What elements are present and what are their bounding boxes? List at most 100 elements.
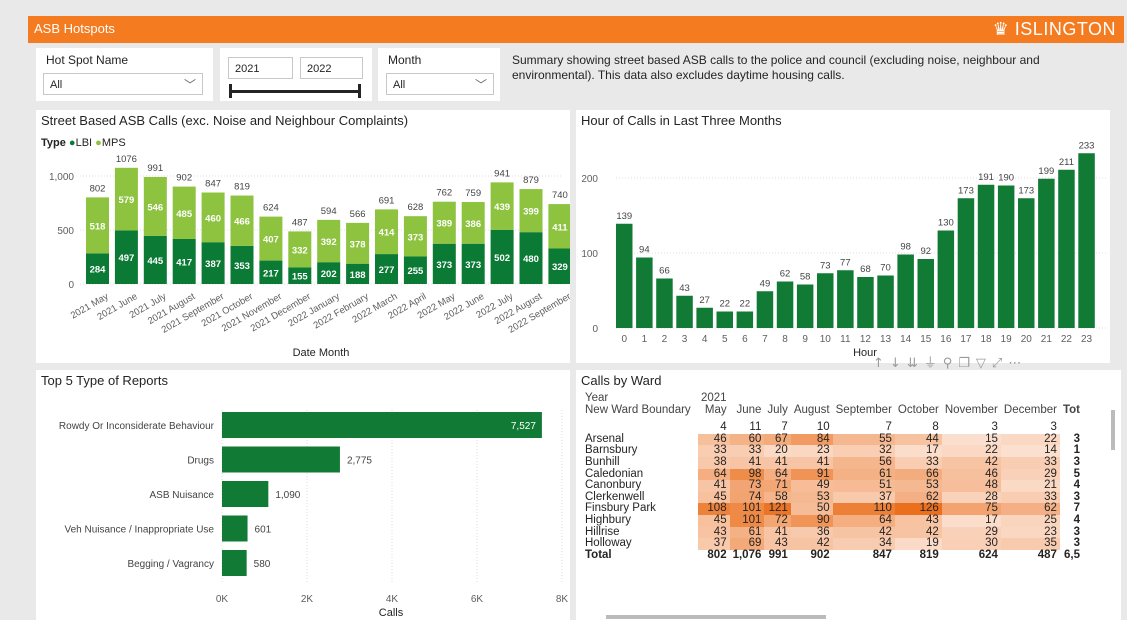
y-tick-label: 1,000: [49, 172, 74, 183]
data-label: 601: [255, 525, 272, 536]
report-bar: [222, 412, 542, 438]
hour-bar: [796, 284, 814, 328]
data-label: 98: [900, 242, 911, 253]
data-label-lbi: 277: [379, 265, 395, 276]
data-label: 62: [780, 269, 791, 280]
category-label: Veh Nuisance / Inappropriate Use: [64, 525, 214, 536]
data-label-mps: 485: [176, 209, 193, 220]
header-bar: ASB Hotspots ♛ ISLINGTON: [28, 16, 1124, 43]
data-label-total: 819: [234, 182, 250, 193]
data-label-lbi: 497: [118, 253, 134, 264]
report-bar: [222, 446, 340, 473]
x-axis-title: Date Month: [293, 347, 350, 359]
data-label: 199: [1038, 166, 1054, 177]
data-label-mps: 466: [234, 217, 250, 228]
month-dropdown[interactable]: All ﹀: [386, 73, 494, 95]
category-label: Drugs: [187, 456, 214, 467]
data-label-mps: 399: [523, 207, 539, 218]
month-slicer: Month All ﹀: [378, 48, 500, 101]
vertical-scrollbar[interactable]: [1111, 410, 1115, 450]
hour-bar: [857, 277, 874, 328]
calls-by-ward-panel[interactable]: Calls by Ward Year 2021 New Ward Boundary M…: [576, 370, 1121, 620]
x-tick-label: 14: [900, 334, 912, 345]
hour-calls-chart-panel[interactable]: Hour of Calls in Last Three Months 0 100 2…: [576, 110, 1110, 363]
data-label-total: 762: [436, 188, 452, 199]
data-label-total: 624: [263, 203, 279, 214]
data-label-total: 941: [494, 168, 510, 179]
table-row: Finsbury Park 108 101 121 50 110 126 75 62 7: [585, 502, 1080, 515]
data-label: 580: [254, 559, 271, 570]
x-tick-label: 4: [702, 334, 708, 345]
report-bar: [222, 550, 247, 576]
year-slicer: 2021 2022: [220, 48, 372, 101]
data-label: 73: [820, 260, 831, 271]
y-tick-label: 200: [581, 174, 598, 185]
data-label: 58: [800, 272, 811, 283]
data-label-lbi: 502: [494, 253, 510, 264]
y-tick-label: 0: [592, 324, 598, 335]
report-bar: [222, 481, 269, 507]
data-label-total: 847: [205, 179, 221, 190]
hour-bar: [877, 275, 894, 328]
data-label-mps: 414: [379, 228, 396, 239]
asb-calls-chart-panel[interactable]: Street Based ASB Calls (exc. Noise and N…: [36, 110, 570, 363]
data-label: 68: [860, 264, 871, 275]
hotspot-slicer: Hot Spot Name All ﹀: [36, 48, 213, 101]
data-label-lbi: 202: [321, 269, 337, 280]
x-tick-label: 0: [621, 334, 627, 345]
pin-icon[interactable]: ⚲: [943, 356, 959, 371]
year-to-input[interactable]: 2022: [300, 57, 363, 79]
data-label: 70: [880, 263, 891, 274]
horizontal-scrollbar[interactable]: [606, 615, 826, 619]
hierarchy-icon[interactable]: ⏚: [924, 356, 943, 371]
page-title: ASB Hotspots: [34, 21, 115, 36]
copy-icon[interactable]: ❐: [958, 356, 976, 371]
x-tick-label: 13: [880, 334, 892, 345]
hotspot-dropdown[interactable]: All ﹀: [43, 73, 203, 95]
hour-bar: [897, 254, 914, 328]
x-tick-label: 5: [722, 334, 728, 345]
data-label: 22: [719, 299, 730, 310]
data-label-mps: 439: [494, 202, 510, 213]
visual-toolbar: ↑↓⇊⏚⚲❐▽⤢⋯: [873, 352, 1027, 371]
table-row: Canonbury 41 73 71 49 51 53 48 21 4: [585, 479, 1080, 492]
hour-bar: [997, 185, 1015, 328]
data-label-lbi: 387: [205, 259, 221, 270]
expand-all-icon[interactable]: ⇊: [907, 356, 924, 371]
data-label: 191: [978, 172, 994, 183]
x-tick-label: 0K: [216, 594, 229, 605]
data-label-mps: 378: [350, 239, 366, 250]
data-label: 173: [958, 185, 974, 196]
hour-bar: [917, 259, 934, 328]
x-tick-label: 23: [1081, 334, 1093, 345]
report-bar: [222, 515, 248, 542]
data-label: 27: [699, 295, 710, 306]
x-tick-label: 21: [1041, 334, 1053, 345]
data-label: 43: [679, 283, 690, 294]
table-row: Bunhill 38 41 41 41 56 33 42 33 3: [585, 455, 1080, 469]
focus-mode-icon[interactable]: ⤢: [992, 356, 1008, 371]
more-options-icon[interactable]: ⋯: [1008, 356, 1027, 371]
data-label-mps: 389: [436, 219, 452, 230]
islington-logo: ♛ ISLINGTON: [992, 19, 1116, 39]
drill-down-icon[interactable]: ↓: [890, 356, 907, 371]
filter-icon[interactable]: ▽: [976, 356, 992, 371]
data-label-mps: 546: [147, 202, 163, 213]
data-label-mps: 579: [118, 195, 134, 206]
year-range-handle-end[interactable]: [358, 84, 361, 98]
year-range-handle-start[interactable]: [229, 84, 232, 98]
data-label-lbi: 284: [90, 265, 107, 276]
y-tick-label: 100: [581, 249, 598, 260]
hour-bar: [716, 311, 733, 328]
data-label-mps: 518: [90, 221, 106, 232]
top-reports-chart-panel[interactable]: Top 5 Type of Reports 0K 2K 4K 6K 8K Rowdy Or…: [36, 370, 570, 620]
data-label-lbi: 445: [147, 256, 164, 267]
year-from-input[interactable]: 2021: [228, 57, 293, 79]
drill-up-icon[interactable]: ↑: [873, 356, 890, 371]
data-label-mps: 386: [465, 219, 481, 230]
hour-bar: [937, 230, 955, 328]
x-tick-label: 3: [682, 334, 688, 345]
data-label: 77: [840, 257, 851, 268]
x-tick-label: 8: [782, 334, 788, 345]
chevron-down-icon: ﹀: [474, 78, 487, 92]
